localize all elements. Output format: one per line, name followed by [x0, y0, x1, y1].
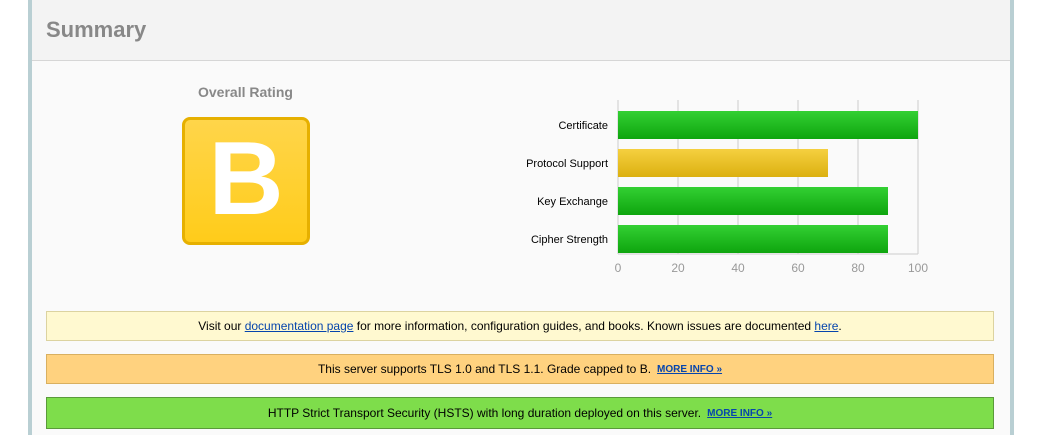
chart-bar — [618, 149, 828, 177]
grade-letter: B — [208, 121, 284, 237]
chart-bar — [618, 187, 888, 215]
chart-tick-label: 60 — [791, 261, 805, 275]
summary-panel: Summary Overall Rating B Certificate Prot… — [32, 0, 1010, 435]
tls-more-info-link[interactable]: MORE INFO » — [657, 364, 722, 375]
chart-category-label: Key Exchange — [537, 196, 608, 208]
chart-category-label: Protocol Support — [526, 158, 608, 170]
grade-badge: B — [182, 117, 310, 245]
notice-text: Visit our — [198, 319, 245, 333]
documentation-notice: Visit our documentation page for more in… — [46, 311, 994, 341]
rating-chart: Certificate Protocol Support Key Exchange C… — [412, 100, 932, 290]
known-issues-link[interactable]: here — [814, 319, 838, 333]
hsts-more-info-link[interactable]: MORE INFO » — [707, 408, 772, 419]
notice-text: . — [838, 319, 842, 333]
hsts-text: HTTP Strict Transport Security (HSTS) wi… — [267, 406, 702, 420]
panel-title: Summary — [46, 17, 147, 42]
chart-bar — [618, 111, 918, 139]
notice-text: for more information, configuration guid… — [353, 319, 815, 333]
chart-category-label: Cipher Strength — [531, 234, 608, 246]
overall-rating-label: Overall Rating — [198, 84, 293, 100]
rating-chart-svg: Certificate Protocol Support Key Exchange C… — [526, 100, 928, 275]
chart-bar — [618, 225, 888, 253]
chart-tick-label: 100 — [908, 261, 928, 275]
warning-text: This server supports TLS 1.0 and TLS 1.1… — [317, 362, 652, 376]
chart-tick-label: 0 — [615, 261, 622, 275]
chart-tick-label: 80 — [851, 261, 865, 275]
chart-tick-label: 40 — [731, 261, 745, 275]
chart-category-label: Certificate — [558, 120, 608, 132]
chart-tick-label: 20 — [671, 261, 685, 275]
tls-warning-notice: This server supports TLS 1.0 and TLS 1.1… — [46, 354, 994, 384]
right-border — [1010, 0, 1014, 435]
hsts-notice: HTTP Strict Transport Security (HSTS) wi… — [46, 397, 994, 429]
documentation-page-link[interactable]: documentation page — [245, 319, 354, 333]
panel-header: Summary — [32, 0, 1010, 61]
